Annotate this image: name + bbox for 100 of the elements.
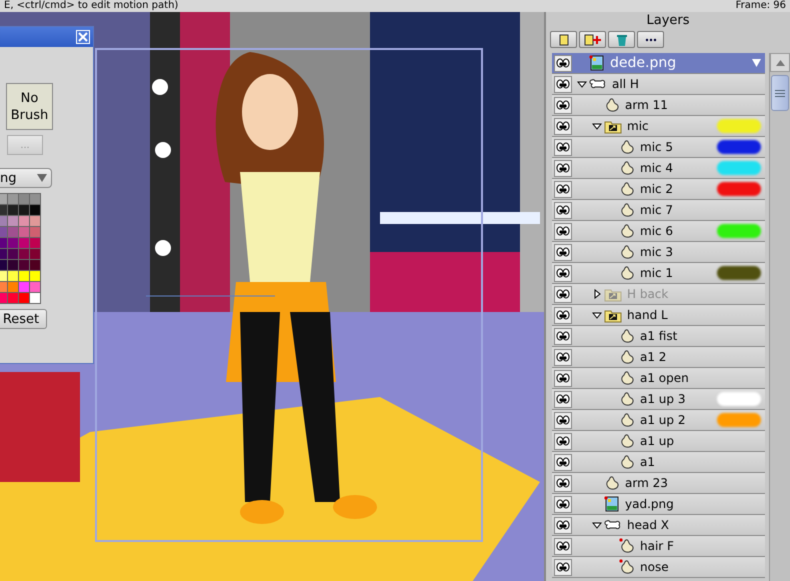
color-swatch[interactable]	[8, 271, 18, 281]
eye-icon[interactable]	[554, 222, 572, 240]
eye-icon[interactable]	[554, 54, 572, 72]
layer-row[interactable]: mic 7	[552, 200, 765, 221]
color-swatch[interactable]	[30, 249, 40, 259]
color-swatch[interactable]	[0, 260, 7, 270]
dropdown-arrow-icon[interactable]	[752, 59, 761, 67]
color-swatch[interactable]	[30, 293, 40, 303]
eye-icon[interactable]	[554, 264, 572, 282]
color-swatch[interactable]	[8, 194, 18, 204]
color-swatch[interactable]	[19, 216, 29, 226]
layer-row[interactable]: mic 4	[552, 158, 765, 179]
color-swatch[interactable]	[19, 227, 29, 237]
color-swatch[interactable]	[19, 293, 29, 303]
color-swatch[interactable]	[30, 227, 40, 237]
eye-icon[interactable]	[554, 390, 572, 408]
color-swatch[interactable]	[30, 216, 40, 226]
scroll-thumb[interactable]	[771, 75, 789, 111]
color-swatch[interactable]	[19, 205, 29, 215]
eye-icon[interactable]	[554, 306, 572, 324]
layer-row[interactable]: hair F	[552, 536, 765, 557]
color-swatch[interactable]	[8, 227, 18, 237]
layer-row[interactable]: yad.png	[552, 494, 765, 515]
color-swatch[interactable]	[30, 205, 40, 215]
color-swatch[interactable]	[8, 282, 18, 292]
layer-row[interactable]: dede.png	[552, 53, 765, 74]
color-swatch[interactable]	[0, 227, 7, 237]
eye-icon[interactable]	[554, 538, 572, 554]
layer-row[interactable]: all H	[552, 74, 765, 95]
add-layer-button[interactable]	[579, 31, 606, 48]
brush-button[interactable]: No Brush	[6, 83, 53, 130]
layer-row[interactable]: a1 up 2	[552, 410, 765, 431]
eye-icon[interactable]	[554, 202, 572, 218]
color-swatch[interactable]	[19, 271, 29, 281]
layer-row[interactable]: mic 1	[552, 263, 765, 284]
eye-icon[interactable]	[554, 516, 572, 534]
layer-row[interactable]: mic 6	[552, 221, 765, 242]
eye-icon[interactable]	[554, 454, 572, 470]
eye-icon[interactable]	[554, 370, 572, 386]
layer-row[interactable]: mic 5	[552, 137, 765, 158]
eye-icon[interactable]	[554, 96, 572, 114]
color-swatch[interactable]	[8, 260, 18, 270]
layer-row[interactable]: a1 up	[552, 431, 765, 452]
color-swatch[interactable]	[0, 282, 7, 292]
eye-icon[interactable]	[554, 558, 572, 576]
color-swatch[interactable]	[19, 194, 29, 204]
eye-icon[interactable]	[554, 180, 572, 198]
eye-icon[interactable]	[554, 244, 572, 260]
more-options-button[interactable]	[637, 31, 664, 48]
eye-icon[interactable]	[554, 474, 572, 492]
color-swatch[interactable]	[30, 238, 40, 248]
color-swatch[interactable]	[19, 249, 29, 259]
layer-row[interactable]: a1 fist	[552, 326, 765, 347]
new-layer-button[interactable]	[550, 31, 577, 48]
color-swatch[interactable]	[0, 216, 7, 226]
eye-icon[interactable]	[554, 118, 572, 134]
color-swatch[interactable]	[0, 238, 7, 248]
color-swatch[interactable]	[0, 271, 7, 281]
color-swatch[interactable]	[19, 260, 29, 270]
style-dropdown[interactable]: ng	[0, 168, 52, 188]
color-swatch[interactable]	[0, 249, 7, 259]
color-swatch[interactable]	[19, 238, 29, 248]
eye-icon[interactable]	[554, 76, 572, 92]
layer-row[interactable]: mic	[552, 116, 765, 137]
layer-row[interactable]: a1	[552, 452, 765, 473]
scroll-up-icon[interactable]	[770, 53, 790, 72]
color-swatch[interactable]	[0, 194, 7, 204]
eye-icon[interactable]	[554, 432, 572, 450]
layer-row[interactable]: arm 11	[552, 95, 765, 116]
layer-row[interactable]: nose	[552, 557, 765, 578]
layer-row[interactable]: head X	[552, 515, 765, 536]
color-swatch[interactable]	[8, 249, 18, 259]
color-swatch[interactable]	[8, 238, 18, 248]
eye-icon[interactable]	[554, 412, 572, 428]
layer-row[interactable]: arm 23	[552, 473, 765, 494]
color-swatch[interactable]	[0, 293, 7, 303]
eye-icon[interactable]	[554, 138, 572, 156]
layer-row[interactable]: a1 up 3	[552, 389, 765, 410]
color-swatch[interactable]	[30, 282, 40, 292]
color-swatch[interactable]	[30, 271, 40, 281]
scrollbar[interactable]	[769, 53, 790, 581]
delete-layer-button[interactable]	[608, 31, 635, 48]
eye-icon[interactable]	[554, 496, 572, 512]
eye-icon[interactable]	[554, 348, 572, 366]
color-swatch[interactable]	[8, 293, 18, 303]
color-swatch[interactable]	[19, 282, 29, 292]
reset-button[interactable]: Reset	[0, 309, 47, 329]
layer-row[interactable]: hand L	[552, 305, 765, 326]
layer-row[interactable]: a1 open	[552, 368, 765, 389]
color-swatch[interactable]	[30, 194, 40, 204]
color-swatch[interactable]	[30, 260, 40, 270]
color-swatch[interactable]	[8, 205, 18, 215]
eye-icon[interactable]	[554, 328, 572, 344]
close-icon[interactable]	[76, 30, 90, 44]
color-swatch[interactable]	[8, 216, 18, 226]
eye-icon[interactable]	[554, 286, 572, 302]
layer-row[interactable]: mic 2	[552, 179, 765, 200]
layer-row[interactable]: mic 3	[552, 242, 765, 263]
layer-row[interactable]: a1 2	[552, 347, 765, 368]
color-swatch[interactable]	[0, 205, 7, 215]
